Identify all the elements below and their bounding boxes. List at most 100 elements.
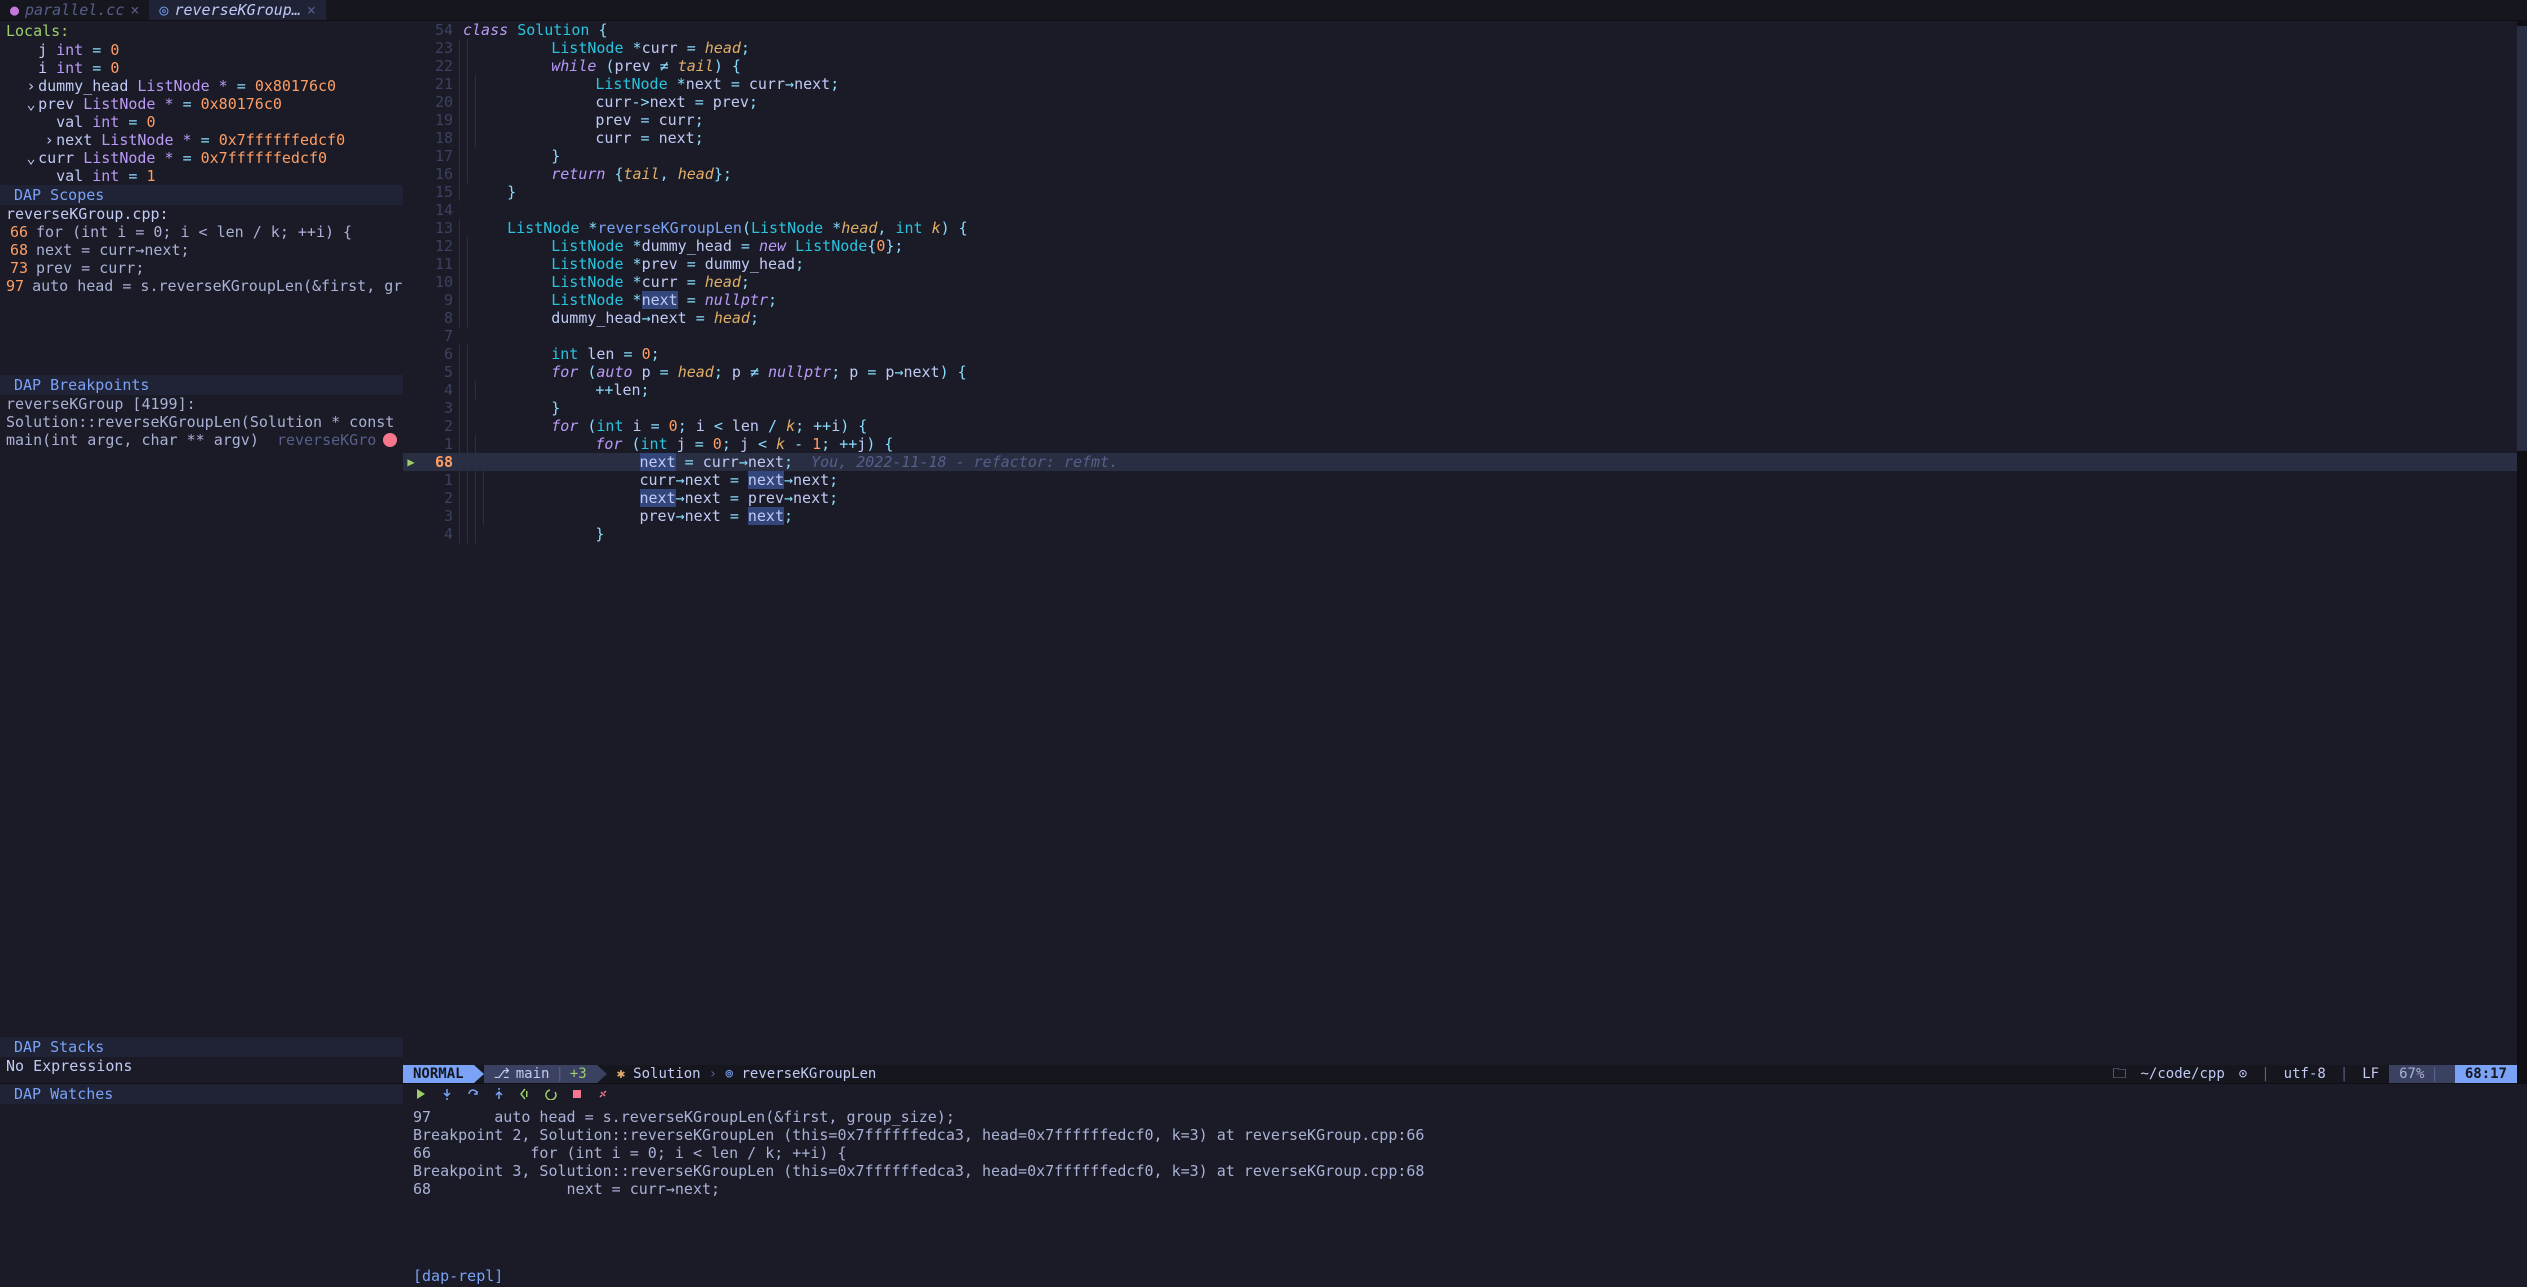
scrollbar[interactable] — [2517, 21, 2527, 1083]
file-ring-icon: ◎ — [159, 1, 168, 19]
locals-variable[interactable]: ›dummy_head ListNode * = 0x80176c0 — [6, 77, 397, 95]
vim-mode: NORMAL — [403, 1065, 474, 1083]
code-line[interactable]: 6 int len = 0; — [403, 345, 2517, 363]
line-number: 3 — [419, 399, 459, 417]
code-line[interactable]: 9 ListNode *next = nullptr; — [403, 291, 2517, 309]
code-line[interactable]: 7 — [403, 327, 2517, 345]
continue-button[interactable] — [413, 1086, 429, 1102]
code-line[interactable]: 22 while (prev ≠ tail) { — [403, 57, 2517, 75]
line-number: 1 — [419, 435, 459, 453]
code-line[interactable]: 4 ++len; — [403, 381, 2517, 399]
git-branch[interactable]: ⎇ main | +3 — [484, 1065, 597, 1083]
tab-label: reverseKGroup… — [174, 1, 300, 19]
locals-variable[interactable]: ⌄prev ListNode * = 0x80176c0 — [6, 95, 397, 113]
disconnect-button[interactable] — [595, 1086, 611, 1102]
scope-frame[interactable]: 97auto head = s.reverseKGroupLen(&first,… — [0, 277, 403, 295]
code-line[interactable]: 14 — [403, 201, 2517, 219]
line-number: 2 — [419, 417, 459, 435]
code-line[interactable]: 2 next→next = prev→next; — [403, 489, 2517, 507]
scope-frame[interactable]: 68next = curr→next; — [0, 241, 403, 259]
breakpoint-item[interactable]: reverseKGroup [4199]: — [0, 395, 403, 413]
step-out-button[interactable] — [491, 1086, 507, 1102]
branch-icon: ⎇ — [494, 1066, 510, 1083]
line-number: 5 — [419, 363, 459, 381]
stacks-empty: No Expressions — [0, 1057, 403, 1075]
code-line[interactable]: 10 ListNode *curr = head; — [403, 273, 2517, 291]
code-line[interactable]: 3 } — [403, 399, 2517, 417]
class-icon: ✱ — [617, 1066, 625, 1083]
code-line[interactable]: 5 for (auto p = head; p ≠ nullptr; p = p… — [403, 363, 2517, 381]
line-number: 7 — [419, 327, 459, 345]
line-number: 68 — [419, 453, 459, 471]
line-number: 17 — [419, 147, 459, 165]
close-icon[interactable]: × — [307, 1, 316, 19]
debug-sidebar: Locals: j int = 0 i int = 0 ›dummy_head … — [0, 21, 403, 1083]
code-editor[interactable]: 54class Solution {23 ListNode *curr = he… — [403, 21, 2517, 1083]
breakpoints-panel: reverseKGroup [4199]:Solution::reverseKG… — [0, 395, 403, 449]
line-number: 3 — [419, 507, 459, 525]
code-line[interactable]: 11 ListNode *prev = dummy_head; — [403, 255, 2517, 273]
chevron-right-icon: › — [709, 1066, 717, 1083]
code-line[interactable]: 8 dummy_head→next = head; — [403, 309, 2517, 327]
encoding: utf-8 — [2284, 1066, 2326, 1083]
step-over-button[interactable] — [465, 1086, 481, 1102]
breakpoint-item[interactable]: Solution::reverseKGroupLen(Solution * co… — [0, 413, 403, 431]
code-line[interactable]: 18 curr = next; — [403, 129, 2517, 147]
line-number: 14 — [419, 201, 459, 219]
line-number: 16 — [419, 165, 459, 183]
code-line[interactable]: 4 } — [403, 525, 2517, 543]
scope-frame[interactable]: 73prev = curr; — [0, 259, 403, 277]
locals-variable[interactable]: j int = 0 — [6, 41, 397, 59]
line-number: 23 — [419, 39, 459, 57]
step-into-button[interactable] — [439, 1086, 455, 1102]
scopes-title: DAP Scopes — [0, 185, 403, 205]
scopes-file: reverseKGroup.cpp: — [0, 205, 403, 223]
code-line[interactable]: 54class Solution { — [403, 21, 2517, 39]
locals-variable[interactable]: i int = 0 — [6, 59, 397, 77]
indent-icon: ⊙ — [2239, 1066, 2247, 1083]
line-number: 13 — [419, 219, 459, 237]
code-line[interactable]: 3 prev→next = next; — [403, 507, 2517, 525]
line-number: 21 — [419, 75, 459, 93]
reverse-button[interactable] — [543, 1086, 559, 1102]
line-number: 10 — [419, 273, 459, 291]
scopes-panel: 66for (int i = 0; i < len / k; ++i) {68n… — [0, 223, 403, 295]
code-line[interactable]: 21 ListNode *next = curr→next; — [403, 75, 2517, 93]
code-line[interactable]: 13 ListNode *reverseKGroupLen(ListNode *… — [403, 219, 2517, 237]
stop-button[interactable] — [569, 1086, 585, 1102]
code-line[interactable]: 17 } — [403, 147, 2517, 165]
locals-variable[interactable]: val int = 0 — [6, 113, 397, 131]
line-number: 8 — [419, 309, 459, 327]
restart-button[interactable] — [517, 1086, 533, 1102]
close-icon[interactable]: × — [130, 1, 139, 19]
repl-line: 97 auto head = s.reverseKGroupLen(&first… — [413, 1108, 2517, 1126]
status-bar: NORMAL ⎇ main | +3 ✱ Solution › ⊚ revers… — [403, 1065, 2517, 1083]
dap-repl[interactable]: 97 auto head = s.reverseKGroupLen(&first… — [403, 1104, 2527, 1265]
code-line[interactable]: 1 for (int j = 0; j < k - 1; ++j) { — [403, 435, 2517, 453]
scope-frame[interactable]: 66for (int i = 0; i < len / k; ++i) { — [0, 223, 403, 241]
code-line[interactable]: 12 ListNode *dummy_head = new ListNode{0… — [403, 237, 2517, 255]
tab-label: parallel.cc — [25, 1, 124, 19]
code-line[interactable]: 20 curr->next = prev; — [403, 93, 2517, 111]
locals-variable[interactable]: val int = 1 — [6, 167, 397, 185]
breakpoint-item[interactable]: main(int argc, char ** argv) reverseKGro… — [0, 431, 403, 449]
repl-line: 66 for (int i = 0; i < len / k; ++i) { — [413, 1144, 2517, 1162]
tab-reversekgroup[interactable]: ◎ reverseKGroup… × — [149, 0, 326, 20]
line-number: 1 — [419, 471, 459, 489]
line-number: 12 — [419, 237, 459, 255]
code-line[interactable]: 15 } — [403, 183, 2517, 201]
code-line[interactable]: 19 prev = curr; — [403, 111, 2517, 129]
tab-parallel[interactable]: ● parallel.cc × — [0, 0, 149, 20]
code-line[interactable]: 16 return {tail, head}; — [403, 165, 2517, 183]
locals-variable[interactable]: ⌄curr ListNode * = 0x7ffffffedcf0 — [6, 149, 397, 167]
line-number: 22 — [419, 57, 459, 75]
function-icon: ⊚ — [725, 1066, 733, 1083]
code-line[interactable]: ▶68 next = curr→next; You, 2022-11-18 - … — [403, 453, 2517, 471]
locals-panel: j int = 0 i int = 0 ›dummy_head ListNode… — [0, 41, 403, 185]
code-line[interactable]: 23 ListNode *curr = head; — [403, 39, 2517, 57]
repl-line: Breakpoint 2, Solution::reverseKGroupLen… — [413, 1126, 2517, 1144]
locals-variable[interactable]: ›next ListNode * = 0x7ffffffedcf0 — [6, 131, 397, 149]
code-line[interactable]: 2 for (int i = 0; i < len / k; ++i) { — [403, 417, 2517, 435]
code-line[interactable]: 1 curr→next = next→next; — [403, 471, 2517, 489]
modified-dot-icon: ● — [10, 1, 19, 19]
